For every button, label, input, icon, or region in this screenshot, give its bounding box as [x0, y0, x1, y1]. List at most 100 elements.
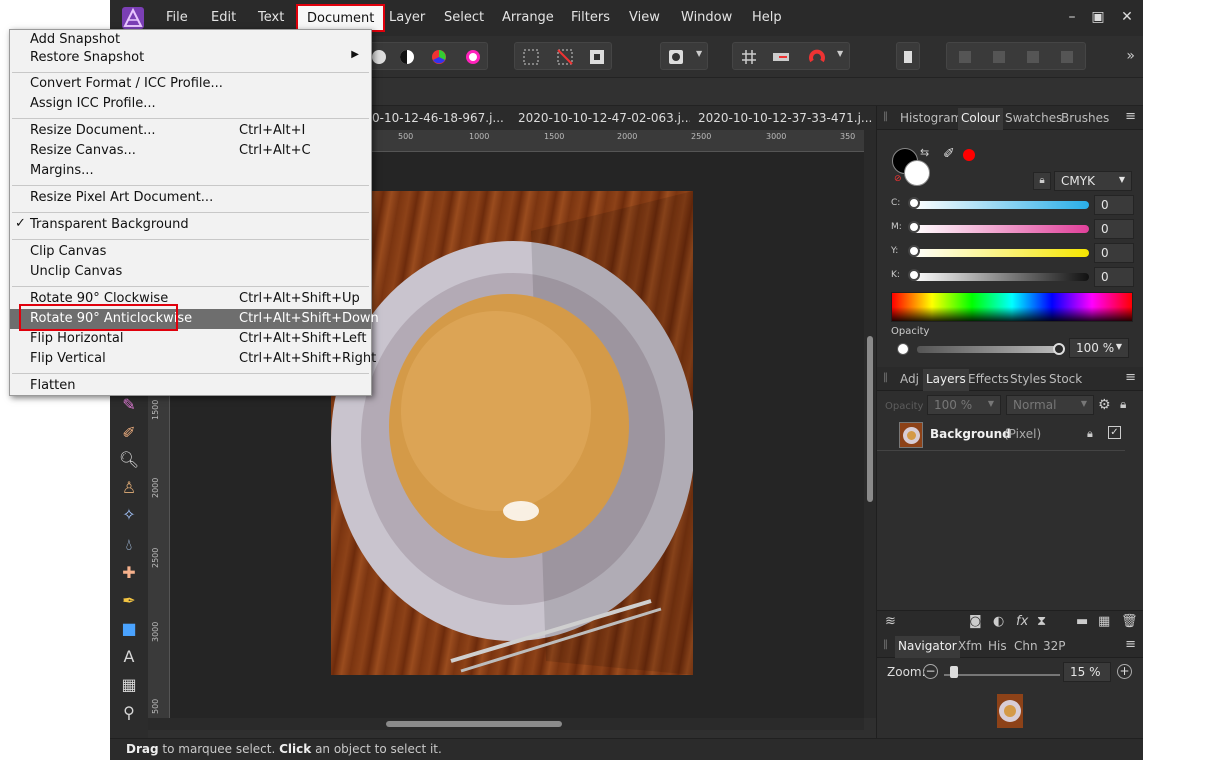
white-balance-icon[interactable] [463, 47, 483, 67]
horizontal-scrollbar[interactable] [148, 718, 864, 730]
invert-selection-icon[interactable] [587, 47, 607, 67]
snapping-magnet-icon[interactable] [807, 47, 827, 67]
menu-arrange[interactable]: Arrange [502, 10, 554, 25]
live-filter-icon[interactable]: ⧗ [1037, 614, 1046, 629]
tab-adjustments[interactable]: Adj [900, 372, 919, 386]
swap-colors-icon[interactable]: ⇆ [920, 146, 929, 159]
menu-transparent-background[interactable]: ✓ Transparent Background [10, 215, 371, 235]
layer-opacity-field[interactable]: 100 % ▼ [927, 395, 1001, 415]
inpainting-icon[interactable]: ✧ [118, 504, 140, 526]
vertical-scrollbar[interactable] [864, 130, 876, 718]
menu-help[interactable]: Help [752, 10, 782, 25]
opacity-slider-knob[interactable] [1053, 343, 1065, 355]
channel-value-field[interactable]: 0 [1094, 219, 1134, 239]
channel-value-field[interactable]: 0 [1094, 243, 1134, 263]
slider-knob[interactable] [908, 245, 920, 257]
tab-channels[interactable]: Chn [1014, 639, 1038, 653]
hsl-wheel-icon[interactable] [429, 47, 449, 67]
menu-convert-format[interactable]: Convert Format / ICC Profile... [10, 74, 371, 94]
blend-mode-select[interactable]: Normal ▼ [1006, 395, 1094, 415]
black-white-icon[interactable] [397, 47, 417, 67]
tab-stock[interactable]: Stock [1049, 372, 1082, 386]
opacity-field[interactable]: 100 % ▼ [1069, 338, 1129, 358]
grid-icon[interactable] [739, 47, 759, 67]
zoom-slider-knob[interactable] [950, 666, 958, 678]
healing-brush-icon[interactable]: ✚ [118, 562, 140, 584]
no-color-icon[interactable]: ⊘ [894, 174, 902, 184]
adjustment-icon[interactable]: ◐ [993, 614, 1004, 629]
zoom-in-icon[interactable]: + [1117, 664, 1132, 679]
panel-grip-icon[interactable]: ‖ [883, 111, 888, 122]
layers-stack-icon[interactable]: ≋ [885, 614, 896, 629]
slider-knob[interactable] [908, 221, 920, 233]
lock-icon[interactable]: 🔒︎ [1033, 172, 1051, 190]
opacity-slider-track[interactable] [917, 346, 1059, 353]
menu-add-snapshot[interactable]: Add Snapshot [10, 30, 371, 50]
tab-styles[interactable]: Styles [1010, 372, 1046, 386]
gear-icon[interactable]: ⚙ [1098, 397, 1111, 413]
rectangle-shape-icon[interactable]: ■ [118, 618, 140, 640]
menu-edit[interactable]: Edit [211, 10, 236, 25]
menu-resize-document[interactable]: Resize Document... Ctrl+Alt+I [10, 121, 371, 141]
tab-transform[interactable]: Xfm [958, 639, 982, 653]
paint-mixer-brush-icon[interactable]: ✎ [118, 394, 140, 416]
menu-file[interactable]: File [166, 10, 188, 25]
tab-layers[interactable]: Layers [923, 369, 969, 391]
menu-filters[interactable]: Filters [571, 10, 610, 25]
menu-layer[interactable]: Layer [389, 10, 425, 25]
quick-mask-icon[interactable] [666, 47, 686, 67]
mask-icon[interactable]: ◙ [969, 614, 982, 629]
document-photo[interactable] [331, 191, 693, 675]
slider-knob[interactable] [908, 269, 920, 281]
channel-value-field[interactable]: 0 [1094, 195, 1134, 215]
color-model-select[interactable]: CMYK ▼ [1054, 171, 1132, 191]
chevron-down-icon[interactable]: ▼ [696, 49, 702, 58]
tab-navigator[interactable]: Navigator [895, 636, 960, 658]
add-pixel-layer-icon[interactable]: ▦ [1098, 614, 1110, 629]
scroll-thumb[interactable] [867, 336, 873, 502]
layer-row[interactable]: Background (Pixel) 🔒︎ ✓ [877, 419, 1125, 451]
maximize-icon[interactable]: ▣ [1087, 6, 1109, 28]
zoom-field[interactable]: 15 % [1063, 662, 1111, 682]
scroll-thumb[interactable] [386, 721, 562, 727]
menu-text[interactable]: Text [258, 10, 284, 25]
tab-histogram[interactable]: Histogram [900, 111, 962, 125]
menu-resize-canvas[interactable]: Resize Canvas... Ctrl+Alt+C [10, 141, 371, 161]
menu-margins[interactable]: Margins... [10, 161, 371, 181]
menu-document[interactable]: Document [296, 4, 386, 32]
lock-icon[interactable]: 🔒︎ [1120, 397, 1126, 412]
zoom-tool-icon[interactable]: ⚲ [118, 702, 140, 724]
zoom-out-icon[interactable]: − [923, 664, 938, 679]
panel-grip-icon[interactable]: ‖ [883, 639, 888, 650]
panel-menu-icon[interactable]: ≡ [1125, 637, 1136, 652]
magenta-slider[interactable]: M: 0 [891, 219, 1134, 239]
slider-track[interactable] [913, 201, 1089, 209]
menu-assign-icc[interactable]: Assign ICC Profile... [10, 94, 371, 114]
recent-color-swatch[interactable] [963, 149, 975, 161]
menu-select[interactable]: Select [444, 10, 484, 25]
menu-unclip-canvas[interactable]: Unclip Canvas [10, 262, 371, 282]
tab-effects[interactable]: Effects [968, 372, 1009, 386]
slider-track[interactable] [913, 225, 1089, 233]
panel-grip-icon[interactable]: ‖ [883, 372, 888, 383]
menu-flatten[interactable]: Flatten [10, 376, 371, 396]
layer-visibility-checkbox[interactable]: ✓ [1108, 426, 1121, 439]
toolbar-overflow-icon[interactable]: » [1126, 48, 1135, 64]
deselect-icon[interactable] [555, 47, 575, 67]
mesh-warp-icon[interactable]: ▦ [118, 674, 140, 696]
minimize-icon[interactable]: – [1061, 6, 1083, 28]
chevron-down-icon[interactable]: ▼ [837, 49, 843, 58]
doc-tab[interactable]: 2020-10-10-12-37-33-471.j...× [690, 106, 904, 130]
menu-window[interactable]: Window [681, 10, 732, 25]
navigator-thumbnail[interactable] [997, 694, 1023, 728]
cyan-slider[interactable]: C: 0 [891, 195, 1134, 215]
zoom-slider-track[interactable] [944, 674, 1060, 676]
yellow-slider[interactable]: Y: 0 [891, 243, 1134, 263]
menu-restore-snapshot[interactable]: Restore Snapshot ▶ [10, 48, 371, 68]
tab-history[interactable]: His [988, 639, 1007, 653]
menu-flip-horizontal[interactable]: Flip Horizontal Ctrl+Alt+Shift+Left [10, 329, 371, 349]
menu-clip-canvas[interactable]: Clip Canvas [10, 242, 371, 262]
eraser-icon[interactable]: ✐ [118, 422, 140, 444]
menu-flip-vertical[interactable]: Flip Vertical Ctrl+Alt+Shift+Right [10, 349, 376, 369]
fx-icon[interactable]: fx [1016, 614, 1028, 629]
